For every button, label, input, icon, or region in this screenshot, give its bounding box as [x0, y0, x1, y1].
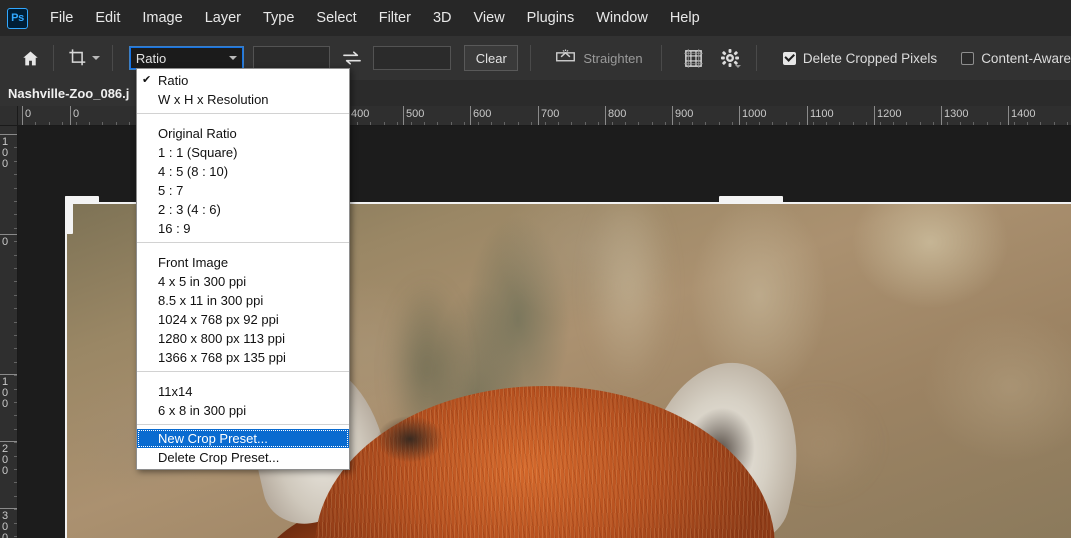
ruler-label: 0 [73, 108, 80, 120]
ruler-label: 100 [2, 376, 9, 410]
content-aware-label: Content-Aware [981, 50, 1071, 66]
menu-bar-item-filter[interactable]: Filter [368, 6, 422, 30]
menu-item-2-3-4-6[interactable]: 2 : 3 (4 : 6) [137, 200, 349, 219]
menu-bar-items: File Edit Image Layer Type Select Filter 3D View… [39, 6, 711, 30]
menu-item-8-5-x-11-in-300-ppi[interactable]: 8.5 x 11 in 300 ppi [137, 291, 349, 310]
crop-height-input[interactable] [373, 46, 452, 70]
ruler-tick [0, 234, 17, 235]
menu-item-ratio[interactable]: Ratio [137, 71, 349, 90]
ruler-label: 800 [608, 108, 627, 120]
chevron-down-icon [91, 56, 100, 60]
grid-overlay-icon[interactable] [680, 43, 707, 73]
menu-item-front-image[interactable]: Front Image [137, 253, 349, 272]
vertical-ruler[interactable]: 1000100200300400 [0, 126, 18, 538]
delete-cropped-pixels-label: Delete Cropped Pixels [802, 50, 938, 66]
ruler-label: 600 [473, 108, 492, 120]
checkbox-checked-icon [782, 51, 796, 65]
straighten-label: Straighten [583, 50, 643, 66]
crop-tool-icon[interactable] [60, 43, 106, 73]
menu-item-11x14[interactable]: 11x14 [137, 382, 349, 401]
menu-item-w-x-h-x-resolution[interactable]: W x H x Resolution [137, 90, 349, 109]
menu-separator [137, 424, 349, 425]
divider [530, 45, 532, 71]
menu-item-1-1-square[interactable]: 1 : 1 (Square) [137, 143, 349, 162]
checkbox-unchecked-icon [961, 51, 975, 65]
menu-bar-item-type[interactable]: Type [252, 6, 305, 30]
menu-item-1366-x-768-px-135-ppi[interactable]: 1366 x 768 px 135 ppi [137, 348, 349, 367]
ruler-label: 300 [2, 510, 9, 538]
divider [111, 45, 113, 71]
ruler-label: 500 [406, 108, 425, 120]
menu-item-4-x-5-in-300-ppi[interactable]: 4 x 5 in 300 ppi [137, 272, 349, 291]
ruler-label: 0 [2, 236, 9, 248]
menu-item-5-7[interactable]: 5 : 7 [137, 181, 349, 200]
home-icon[interactable] [14, 43, 47, 73]
ruler-label: 1300 [944, 108, 969, 120]
document-tab[interactable]: Nashville-Zoo_086.j [0, 80, 139, 106]
menu-item-16-9[interactable]: 16 : 9 [137, 219, 349, 238]
menu-item-new-crop-preset[interactable]: New Crop Preset... [137, 429, 349, 448]
crop-ratio-select[interactable]: Ratio [128, 46, 244, 70]
menu-item-delete-crop-preset[interactable]: Delete Crop Preset... [137, 448, 349, 467]
menu-bar-item-help[interactable]: Help [659, 6, 711, 30]
menu-bar: Ps File Edit Image Layer Type Select Filter 3D V… [0, 0, 1071, 36]
straighten-button[interactable]: Straighten [547, 43, 650, 73]
ruler-label: 700 [541, 108, 560, 120]
ruler-label: 1100 [810, 108, 834, 120]
menu-item-1280-x-800-px-113-ppi[interactable]: 1280 x 800 px 113 ppi [137, 329, 349, 348]
document-tab-title: Nashville-Zoo_086.j [8, 85, 130, 101]
menu-separator [137, 371, 349, 372]
ruler-label: 400 [351, 108, 370, 120]
menu-bar-item-layer[interactable]: Layer [194, 6, 252, 30]
ruler-label: 0 [25, 108, 32, 120]
menu-bar-item-file[interactable]: File [39, 6, 84, 30]
menu-bar-item-plugins[interactable]: Plugins [516, 6, 586, 30]
ruler-label: 1000 [742, 108, 767, 120]
chevron-down-icon [228, 56, 237, 60]
ruler-label: 1400 [1011, 108, 1036, 120]
delete-cropped-pixels-checkbox[interactable]: Delete Cropped Pixels [782, 45, 938, 71]
menu-bar-item-view[interactable]: View [463, 6, 516, 30]
menu-item-1024-x-768-px-92-ppi[interactable]: 1024 x 768 px 92 ppi [137, 310, 349, 329]
menu-bar-item-image[interactable]: Image [131, 6, 193, 30]
ruler-label: 900 [675, 108, 694, 120]
menu-bar-item-window[interactable]: Window [585, 6, 659, 30]
menu-bar-item-edit[interactable]: Edit [84, 6, 131, 30]
crop-ratio-value: Ratio [135, 50, 167, 66]
menu-item-original-ratio[interactable]: Original Ratio [137, 124, 349, 143]
menu-item-4-5-8-10[interactable]: 4 : 5 (8 : 10) [137, 162, 349, 181]
divider [52, 45, 54, 71]
photoshop-window: Ps File Edit Image Layer Type Select Filter 3D V… [0, 0, 1071, 538]
menu-bar-item-select[interactable]: Select [305, 6, 367, 30]
menu-bar-item-3d[interactable]: 3D [422, 6, 463, 30]
crop-width-input[interactable] [252, 46, 331, 70]
photoshop-logo-icon: Ps [7, 7, 28, 29]
divider [660, 45, 662, 71]
ruler-label: 200 [2, 443, 9, 477]
straighten-icon [555, 47, 576, 69]
ruler-label: 1200 [877, 108, 902, 120]
ruler-label: 100 [2, 136, 9, 170]
menu-item-6-x-8-in-300-ppi[interactable]: 6 x 8 in 300 ppi [137, 401, 349, 420]
content-aware-checkbox[interactable]: Content-Aware [961, 45, 1071, 71]
crop-preset-dropdown-menu[interactable]: RatioW x H x Resolution Original Ratio1 :… [136, 68, 350, 470]
ruler-corner [0, 106, 18, 126]
menu-separator [137, 242, 349, 243]
gear-icon[interactable] [717, 43, 744, 73]
menu-separator [137, 113, 349, 114]
divider [755, 45, 757, 71]
chevron-down-icon [735, 64, 742, 68]
clear-button[interactable]: Clear [464, 45, 519, 71]
panda-dark-patch [377, 416, 443, 462]
